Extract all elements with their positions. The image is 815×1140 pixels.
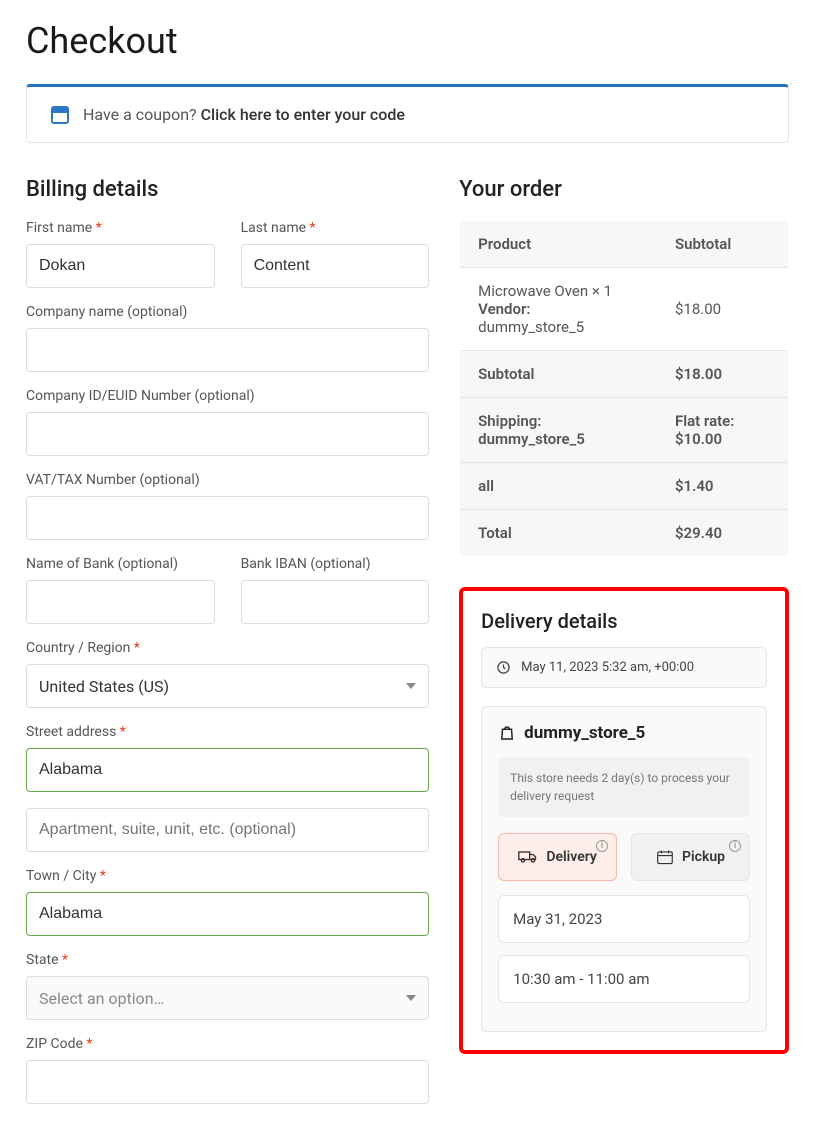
item-price: $18.00: [657, 268, 789, 351]
street-input[interactable]: [26, 748, 429, 792]
zip-label: ZIP Code *: [26, 1036, 429, 1052]
zip-input[interactable]: [26, 1060, 429, 1104]
vat-input[interactable]: [26, 496, 429, 540]
bank-name-input[interactable]: [26, 580, 215, 624]
info-icon: i: [596, 840, 608, 852]
chevron-down-icon: [406, 683, 416, 689]
company-input[interactable]: [26, 328, 429, 372]
truck-icon: [518, 850, 538, 864]
coupon-notice[interactable]: Have a coupon? Click here to enter your …: [26, 84, 789, 143]
table-row: Microwave Oven × 1 Vendor: dummy_store_5…: [460, 268, 789, 351]
state-label: State *: [26, 952, 429, 968]
pickup-option-button[interactable]: Pickup i: [631, 833, 750, 881]
th-subtotal: Subtotal: [657, 221, 789, 268]
total-label: Total: [460, 510, 657, 557]
calendar-icon: [656, 849, 674, 865]
bank-iban-label: Bank IBAN (optional): [241, 556, 430, 572]
coupon-text: Have a coupon? Click here to enter your …: [83, 105, 405, 124]
company-id-label: Company ID/EUID Number (optional): [26, 388, 429, 404]
shipping-label: Shipping: dummy_store_5: [460, 398, 657, 463]
delivery-date-input[interactable]: May 31, 2023: [498, 895, 750, 943]
country-select[interactable]: United States (US): [26, 664, 429, 708]
last-name-input[interactable]: [241, 244, 430, 288]
store-delivery-box: dummy_store_5 This store needs 2 day(s) …: [481, 706, 767, 1032]
table-row: Subtotal $18.00: [460, 351, 789, 398]
delivery-option-button[interactable]: Delivery i: [498, 833, 617, 881]
all-value: $1.40: [657, 463, 789, 510]
country-label: Country / Region *: [26, 640, 429, 656]
item-vendor: Vendor: dummy_store_5: [478, 300, 639, 336]
vat-label: VAT/TAX Number (optional): [26, 472, 429, 488]
delivery-details-panel: Delivery details May 11, 2023 5:32 am, +…: [459, 587, 789, 1054]
street-label: Street address *: [26, 724, 429, 740]
state-select[interactable]: Select an option…: [26, 976, 429, 1020]
all-label: all: [460, 463, 657, 510]
company-label: Company name (optional): [26, 304, 429, 320]
delivery-title: Delivery details: [481, 609, 767, 633]
subtotal-label: Subtotal: [460, 351, 657, 398]
city-label: Town / City *: [26, 868, 429, 884]
delivery-time-input[interactable]: 10:30 am - 11:00 am: [498, 955, 750, 1003]
coupon-link[interactable]: Click here to enter your code: [201, 105, 405, 124]
total-value: $29.40: [657, 510, 789, 557]
info-icon: i: [729, 840, 741, 852]
page-title: Checkout: [26, 20, 789, 62]
last-name-label: Last name *: [241, 220, 430, 236]
item-name: Microwave Oven × 1: [478, 282, 639, 300]
city-input[interactable]: [26, 892, 429, 936]
bag-icon: [498, 724, 516, 742]
store-name: dummy_store_5: [498, 723, 750, 743]
server-time-pill: May 11, 2023 5:32 am, +00:00: [481, 647, 767, 688]
street2-input[interactable]: [26, 808, 429, 852]
first-name-label: First name *: [26, 220, 215, 236]
coupon-icon: [51, 106, 69, 124]
bank-iban-input[interactable]: [241, 580, 430, 624]
company-id-input[interactable]: [26, 412, 429, 456]
order-title: Your order: [459, 177, 789, 202]
clock-icon: [496, 660, 511, 675]
subtotal-value: $18.00: [657, 351, 789, 398]
table-row: Shipping: dummy_store_5 Flat rate: $10.0…: [460, 398, 789, 463]
table-row: Total $29.40: [460, 510, 789, 557]
shipping-type: Flat rate:: [675, 412, 770, 430]
order-table: Product Subtotal Microwave Oven × 1 Vend…: [459, 220, 789, 557]
table-row: all $1.40: [460, 463, 789, 510]
th-product: Product: [460, 221, 657, 268]
bank-name-label: Name of Bank (optional): [26, 556, 215, 572]
shipping-price: $10.00: [675, 430, 770, 448]
billing-title: Billing details: [26, 177, 429, 202]
chevron-down-icon: [406, 995, 416, 1001]
processing-notice: This store needs 2 day(s) to process you…: [498, 757, 750, 817]
first-name-input[interactable]: [26, 244, 215, 288]
